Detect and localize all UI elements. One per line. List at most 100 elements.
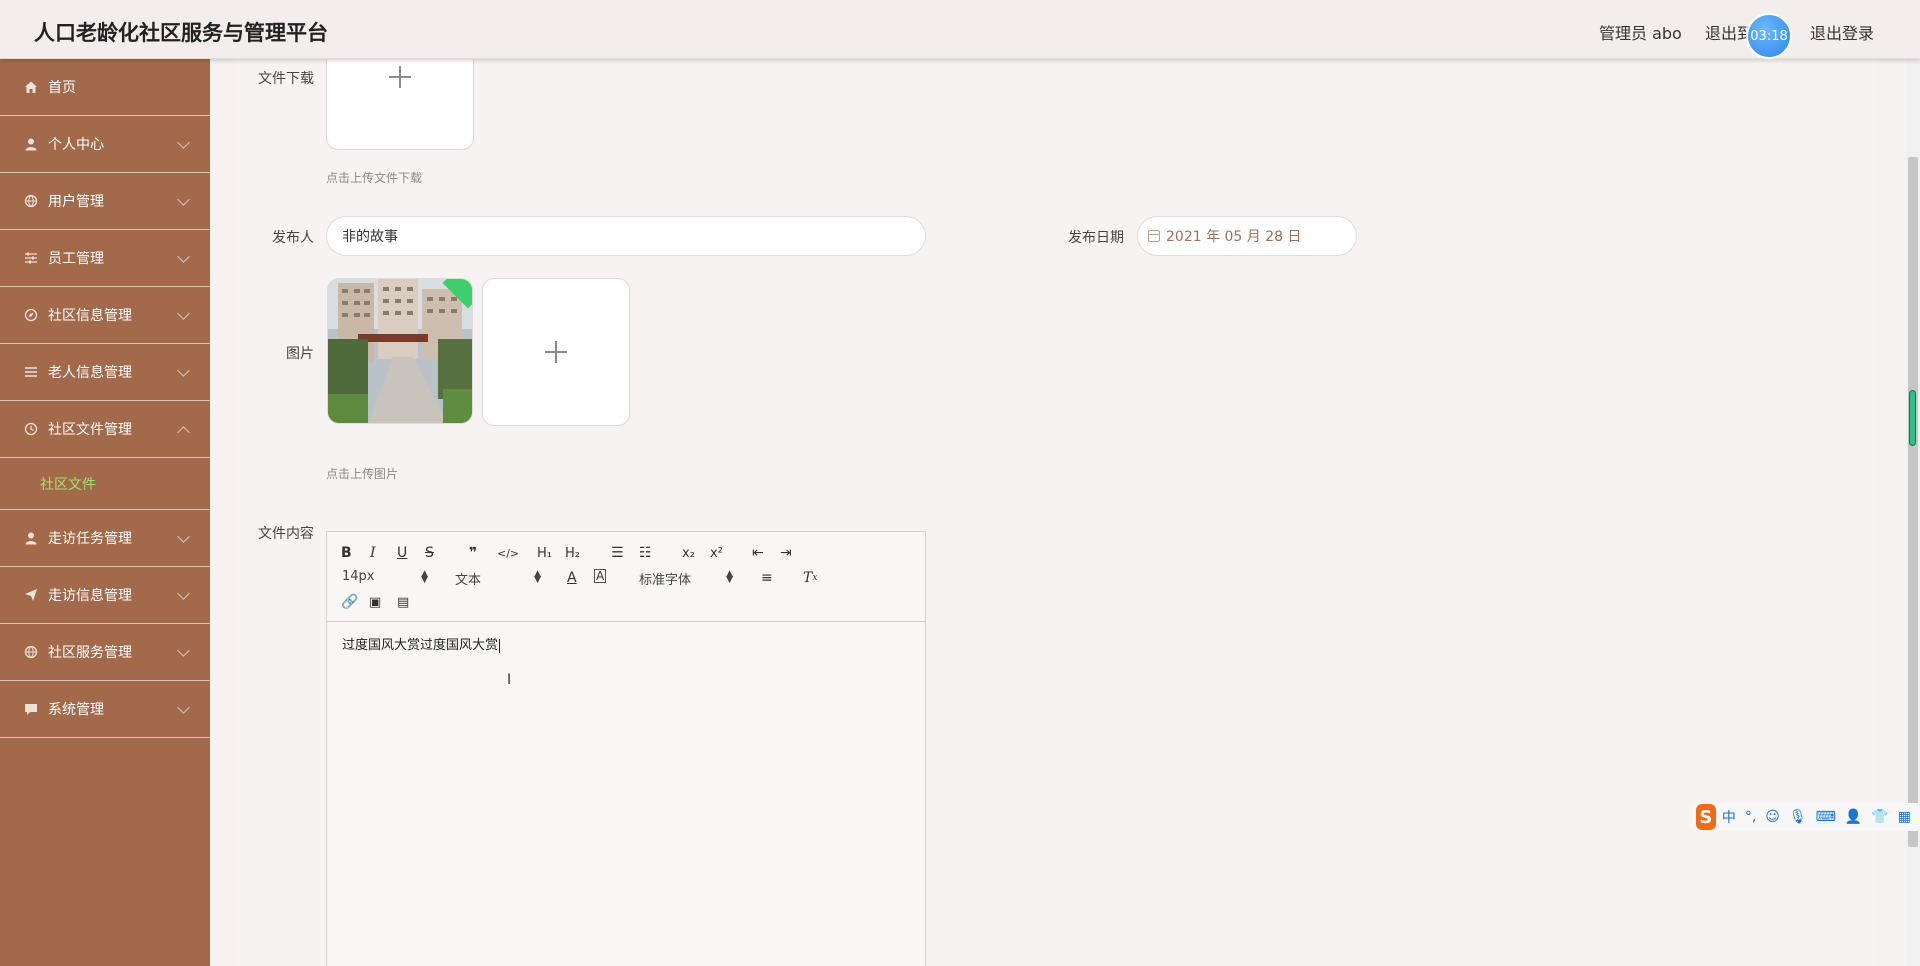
superscript-button[interactable]: x² [710, 544, 723, 562]
publisher-input[interactable]: 非的故事 [326, 216, 926, 256]
chevron-down-icon [177, 136, 190, 149]
editor-toolbar: B I U S ❞ </> H₁ H₂ ☰ ☷ x₂ x² ⇤ ⇥ 14px ▲ ▼… [327, 532, 925, 622]
uploaded-image-thumbnail[interactable] [327, 278, 473, 424]
font-size-value: 14px [342, 569, 375, 584]
font-family-value: 标准字体 [639, 573, 692, 588]
sidebar-item-community-info[interactable]: 社区信息管理 [0, 287, 210, 344]
video-icon[interactable]: ▤ [397, 593, 409, 611]
file-content-label: 文件内容 [258, 526, 314, 542]
sidebar-subitem-community-file[interactable]: 社区文件 [0, 458, 210, 510]
format-select[interactable]: 文本 ▲ ▼ [455, 569, 541, 589]
rich-text-editor[interactable]: B I U S ❞ </> H₁ H₂ ☰ ☷ x₂ x² ⇤ ⇥ 14px ▲ ▼… [326, 531, 926, 966]
grid-icon[interactable]: ▦ [1898, 809, 1911, 825]
building-photo [328, 279, 472, 423]
background-color-icon[interactable]: A [594, 569, 607, 583]
sidebar-item-staff-management[interactable]: 员工管理 [0, 230, 210, 287]
sidebar-item-user-management[interactable]: 用户管理 [0, 173, 210, 230]
publish-date-picker[interactable]: 2021 年 05 月 28 日 [1137, 216, 1357, 256]
scroll-indicator[interactable] [1909, 390, 1916, 446]
sidebar-item-visit-info[interactable]: 走访信息管理 [0, 567, 210, 624]
publish-date-value: 2021 年 05 月 28 日 [1166, 229, 1302, 245]
italic-button[interactable]: I [370, 544, 376, 562]
send-icon [23, 587, 39, 603]
timer-bubble[interactable]: 03:18 [1746, 13, 1792, 59]
logout-link[interactable]: 退出登录 [1810, 20, 1874, 44]
keyboard-icon[interactable]: ⌨ [1816, 809, 1836, 825]
sogou-logo-icon[interactable]: S [1696, 804, 1716, 830]
calendar-icon [1148, 230, 1160, 242]
sidebar-item-system-management[interactable]: 系统管理 [0, 681, 210, 738]
ordered-list-icon[interactable]: ☰ [611, 544, 624, 562]
subscript-button[interactable]: x₂ [682, 544, 695, 562]
image-upload-hint: 点击上传图片 [326, 467, 399, 481]
font-color-icon[interactable]: A [567, 569, 577, 587]
text-caret [499, 638, 501, 653]
link-icon[interactable]: 🔗 [341, 593, 358, 611]
skin-icon[interactable]: 👕 [1871, 809, 1888, 825]
chevron-down-icon [177, 307, 190, 320]
select-arrows-icon: ▲ ▼ [726, 569, 733, 585]
list-icon [23, 364, 39, 380]
chevron-down-icon [177, 644, 190, 657]
select-arrows-icon: ▲ ▼ [534, 569, 541, 585]
sidebar-item-community-services[interactable]: 社区服务管理 [0, 624, 210, 681]
sidebar: 首页 个人中心 用户管理 员工管理 社区信息管理 老人信息管理 社区文件管理 社… [0, 59, 210, 966]
sidebar-item-label: 走访信息管理 [48, 588, 132, 604]
chevron-up-icon [177, 426, 190, 439]
scrollbar-thumb[interactable] [1908, 157, 1918, 847]
indent-icon[interactable]: ⇥ [780, 544, 792, 562]
file-upload-box[interactable] [326, 55, 474, 150]
editor-content-text: 过度国风大赏过度国风大赏 [342, 638, 499, 653]
ime-mode-toggle[interactable]: 中 [1722, 807, 1736, 827]
font-family-select[interactable]: 标准字体 ▲ ▼ [639, 569, 733, 589]
sidebar-item-label: 系统管理 [48, 702, 104, 718]
emoji-icon[interactable]: ☺ [1765, 809, 1780, 825]
outdent-icon[interactable]: ⇤ [752, 544, 764, 562]
sidebar-item-home[interactable]: 首页 [0, 59, 210, 116]
bullet-list-icon[interactable]: ☷ [639, 544, 652, 562]
sidebar-item-community-files[interactable]: 社区文件管理 [0, 401, 210, 458]
plus-icon [389, 66, 411, 88]
image-upload-box[interactable] [482, 278, 630, 426]
image-icon[interactable]: ▣ [369, 593, 381, 611]
underline-button[interactable]: U [397, 544, 407, 562]
clear-format-icon[interactable]: Tx [803, 569, 817, 587]
app-title: 人口老龄化社区服务与管理平台 [34, 21, 328, 45]
editor-content[interactable]: 过度国风大赏过度国风大赏 [342, 634, 501, 653]
sidebar-item-elderly-info[interactable]: 老人信息管理 [0, 344, 210, 401]
ime-toolbar[interactable]: S 中 °, ☺ 🎙 ⌨ 👤 👕 ▦ [1692, 803, 1920, 831]
chevron-down-icon [177, 587, 190, 600]
sidebar-item-personal-center[interactable]: 个人中心 [0, 116, 210, 173]
sidebar-item-label: 个人中心 [48, 137, 104, 153]
sidebar-item-visit-tasks[interactable]: 走访任务管理 [0, 510, 210, 567]
sliders-icon [23, 250, 39, 266]
sidebar-item-label: 社区服务管理 [48, 645, 132, 661]
microphone-icon[interactable]: 🎙 [1789, 809, 1807, 825]
user-icon[interactable]: 👤 [1845, 809, 1862, 825]
bold-button[interactable]: B [341, 544, 352, 562]
sidebar-item-label: 老人信息管理 [48, 365, 132, 381]
align-left-icon[interactable]: ≡ [761, 569, 773, 587]
heading1-button[interactable]: H₁ [537, 544, 552, 562]
home-icon [23, 79, 39, 95]
plus-icon [545, 341, 567, 363]
code-icon[interactable]: </> [497, 544, 519, 562]
user-icon [23, 530, 39, 546]
blockquote-icon[interactable]: ❞ [469, 544, 477, 562]
strike-button[interactable]: S [425, 544, 434, 562]
publisher-label: 发布人 [272, 230, 314, 246]
font-size-select[interactable]: 14px ▲ ▼ [342, 569, 428, 585]
heading2-button[interactable]: H₂ [565, 544, 580, 562]
user-icon [23, 136, 39, 152]
sidebar-item-label: 员工管理 [48, 251, 104, 267]
sidebar-item-label: 社区文件管理 [48, 422, 132, 438]
chevron-down-icon [177, 193, 190, 206]
top-header: 人口老龄化社区服务与管理平台 管理员 abo 退出到前台 退出登录 [0, 0, 1920, 59]
publish-date-label: 发布日期 [1068, 230, 1124, 246]
chevron-down-icon [177, 701, 190, 714]
image-label: 图片 [286, 346, 314, 362]
sidebar-item-label: 用户管理 [48, 194, 104, 210]
text-cursor-icon: I [507, 672, 512, 688]
ime-punctuation-toggle[interactable]: °, [1745, 809, 1756, 825]
file-upload-hint: 点击上传文件下载 [326, 171, 423, 185]
